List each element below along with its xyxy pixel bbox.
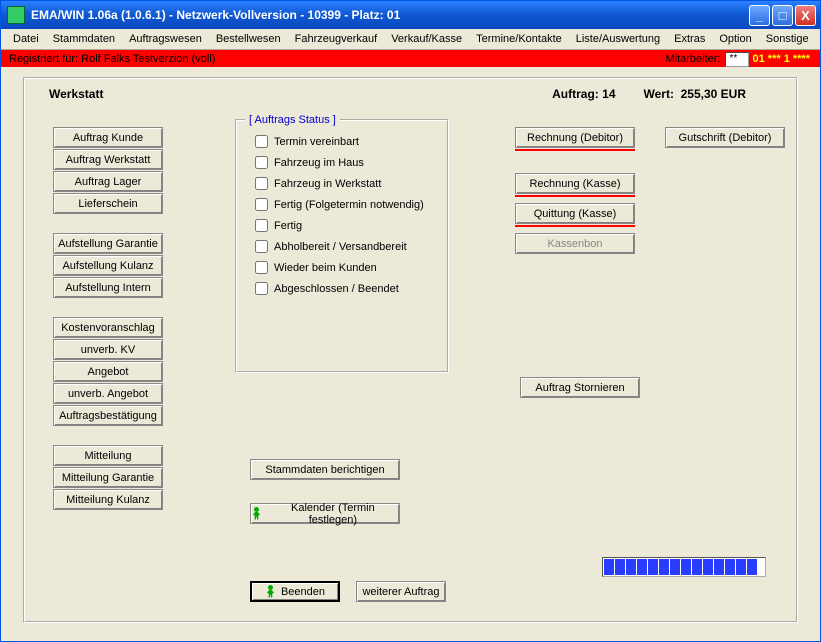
beenden-button[interactable]: Beenden bbox=[250, 581, 340, 602]
mitarbeiter-value: ** bbox=[725, 52, 749, 67]
aufstellung-intern-button[interactable]: Aufstellung Intern bbox=[53, 277, 163, 298]
auftrag-werkstatt-button[interactable]: Auftrag Werkstatt bbox=[53, 149, 163, 170]
status-fertig[interactable]: Fertig bbox=[255, 219, 435, 232]
weiterer-auftrag-button[interactable]: weiterer Auftrag bbox=[356, 581, 446, 602]
menu-option[interactable]: Option bbox=[713, 31, 757, 47]
menu-liste[interactable]: Liste/Auswertung bbox=[570, 31, 666, 47]
wert-value: 255,30 EUR bbox=[681, 87, 746, 101]
kalender-button[interactable]: Kalender (Termin festlegen) bbox=[250, 503, 400, 524]
stammdaten-berichtigen-button[interactable]: Stammdaten berichtigen bbox=[250, 459, 400, 480]
kostenvoranschlag-button[interactable]: Kostenvoranschlag bbox=[53, 317, 163, 338]
status-abgeschlossen[interactable]: Abgeschlossen / Beendet bbox=[255, 282, 435, 295]
auftrag-label: Auftrag: bbox=[552, 87, 599, 101]
progress-bar bbox=[602, 557, 766, 577]
auftrag-stornieren-button[interactable]: Auftrag Stornieren bbox=[520, 377, 640, 398]
window-title: EMA/WIN 1.06a (1.0.6.1) - Netzwerk-Vollv… bbox=[31, 8, 400, 22]
checkbox[interactable] bbox=[255, 240, 268, 253]
checkbox[interactable] bbox=[255, 282, 268, 295]
aufstellung-kulanz-button[interactable]: Aufstellung Kulanz bbox=[53, 255, 163, 276]
menu-stammdaten[interactable]: Stammdaten bbox=[47, 31, 121, 47]
status-wieder-beim-kunden[interactable]: Wieder beim Kunden bbox=[255, 261, 435, 274]
menu-termine[interactable]: Termine/Kontakte bbox=[470, 31, 568, 47]
left-button-column: Auftrag Kunde Auftrag Werkstatt Auftrag … bbox=[53, 127, 173, 511]
maximize-button[interactable]: □ bbox=[772, 5, 793, 26]
menu-datei[interactable]: Datei bbox=[7, 31, 45, 47]
mitarbeiter-label: Mitarbeiter: bbox=[665, 53, 720, 65]
auftrag-kunde-button[interactable]: Auftrag Kunde bbox=[53, 127, 163, 148]
registration-bar: Registriert für: Rolf Falks Testverzion … bbox=[1, 50, 820, 68]
app-icon bbox=[7, 6, 25, 24]
titlebar: EMA/WIN 1.06a (1.0.6.1) - Netzwerk-Vollv… bbox=[1, 1, 820, 29]
checkbox[interactable] bbox=[255, 135, 268, 148]
checkbox[interactable] bbox=[255, 177, 268, 190]
status-legend: [ Auftrags Status ] bbox=[245, 114, 340, 126]
menu-sonstige[interactable]: Sonstige bbox=[760, 31, 815, 47]
status-termin-vereinbart[interactable]: Termin vereinbart bbox=[255, 135, 435, 148]
checkbox[interactable] bbox=[255, 156, 268, 169]
red-underline bbox=[515, 149, 635, 151]
status-fertig-folgetermin[interactable]: Fertig (Folgetermin notwendig) bbox=[255, 198, 435, 211]
registration-text: Registriert für: Rolf Falks Testverzion … bbox=[9, 53, 215, 65]
status-abholbereit[interactable]: Abholbereit / Versandbereit bbox=[255, 240, 435, 253]
lieferschein-button[interactable]: Lieferschein bbox=[53, 193, 163, 214]
gutschrift-debitor-button[interactable]: Gutschrift (Debitor) bbox=[665, 127, 785, 148]
checkbox[interactable] bbox=[255, 261, 268, 274]
status-fahrzeug-in-werkstatt[interactable]: Fahrzeug in Werkstatt bbox=[255, 177, 435, 190]
mitteilung-button[interactable]: Mitteilung bbox=[53, 445, 163, 466]
kassenbon-button: Kassenbon bbox=[515, 233, 635, 254]
auftrag-lager-button[interactable]: Auftrag Lager bbox=[53, 171, 163, 192]
redbar-right-text: 01 *** 1 **** bbox=[753, 53, 811, 65]
page-title: Werkstatt bbox=[49, 87, 103, 101]
person-icon bbox=[251, 507, 263, 521]
auftrags-status-fieldset: [ Auftrags Status ] Termin vereinbart Fa… bbox=[235, 119, 449, 373]
mitteilung-kulanz-button[interactable]: Mitteilung Kulanz bbox=[53, 489, 163, 510]
app-window: EMA/WIN 1.06a (1.0.6.1) - Netzwerk-Vollv… bbox=[0, 0, 821, 642]
menu-hilfe[interactable]: Hilfe bbox=[817, 31, 821, 47]
wert-label: Wert: bbox=[644, 87, 674, 101]
menu-verkauf-kasse[interactable]: Verkauf/Kasse bbox=[385, 31, 468, 47]
quittung-kasse-button[interactable]: Quittung (Kasse) bbox=[515, 203, 635, 224]
person-icon bbox=[265, 585, 277, 599]
minimize-button[interactable]: _ bbox=[749, 5, 770, 26]
unverb-angebot-button[interactable]: unverb. Angebot bbox=[53, 383, 163, 404]
mitteilung-garantie-button[interactable]: Mitteilung Garantie bbox=[53, 467, 163, 488]
menu-auftragswesen[interactable]: Auftragswesen bbox=[123, 31, 208, 47]
unverb-kv-button[interactable]: unverb. KV bbox=[53, 339, 163, 360]
red-underline bbox=[515, 225, 635, 227]
angebot-button[interactable]: Angebot bbox=[53, 361, 163, 382]
status-fahrzeug-im-haus[interactable]: Fahrzeug im Haus bbox=[255, 156, 435, 169]
aufstellung-garantie-button[interactable]: Aufstellung Garantie bbox=[53, 233, 163, 254]
checkbox[interactable] bbox=[255, 198, 268, 211]
close-button[interactable]: X bbox=[795, 5, 816, 26]
menu-bestellwesen[interactable]: Bestellwesen bbox=[210, 31, 287, 47]
rechnung-kasse-button[interactable]: Rechnung (Kasse) bbox=[515, 173, 635, 194]
auftragsbestaetigung-button[interactable]: Auftragsbestätigung bbox=[53, 405, 163, 426]
menu-extras[interactable]: Extras bbox=[668, 31, 711, 47]
auftrag-value: 14 bbox=[602, 87, 615, 101]
main-panel: Werkstatt Auftrag: 14 Wert: 255,30 EUR A… bbox=[23, 77, 798, 623]
rechnung-debitor-button[interactable]: Rechnung (Debitor) bbox=[515, 127, 635, 148]
menu-fahrzeugverkauf[interactable]: Fahrzeugverkauf bbox=[289, 31, 384, 47]
menubar: Datei Stammdaten Auftragswesen Bestellwe… bbox=[1, 29, 820, 50]
checkbox[interactable] bbox=[255, 219, 268, 232]
red-underline bbox=[515, 195, 635, 197]
